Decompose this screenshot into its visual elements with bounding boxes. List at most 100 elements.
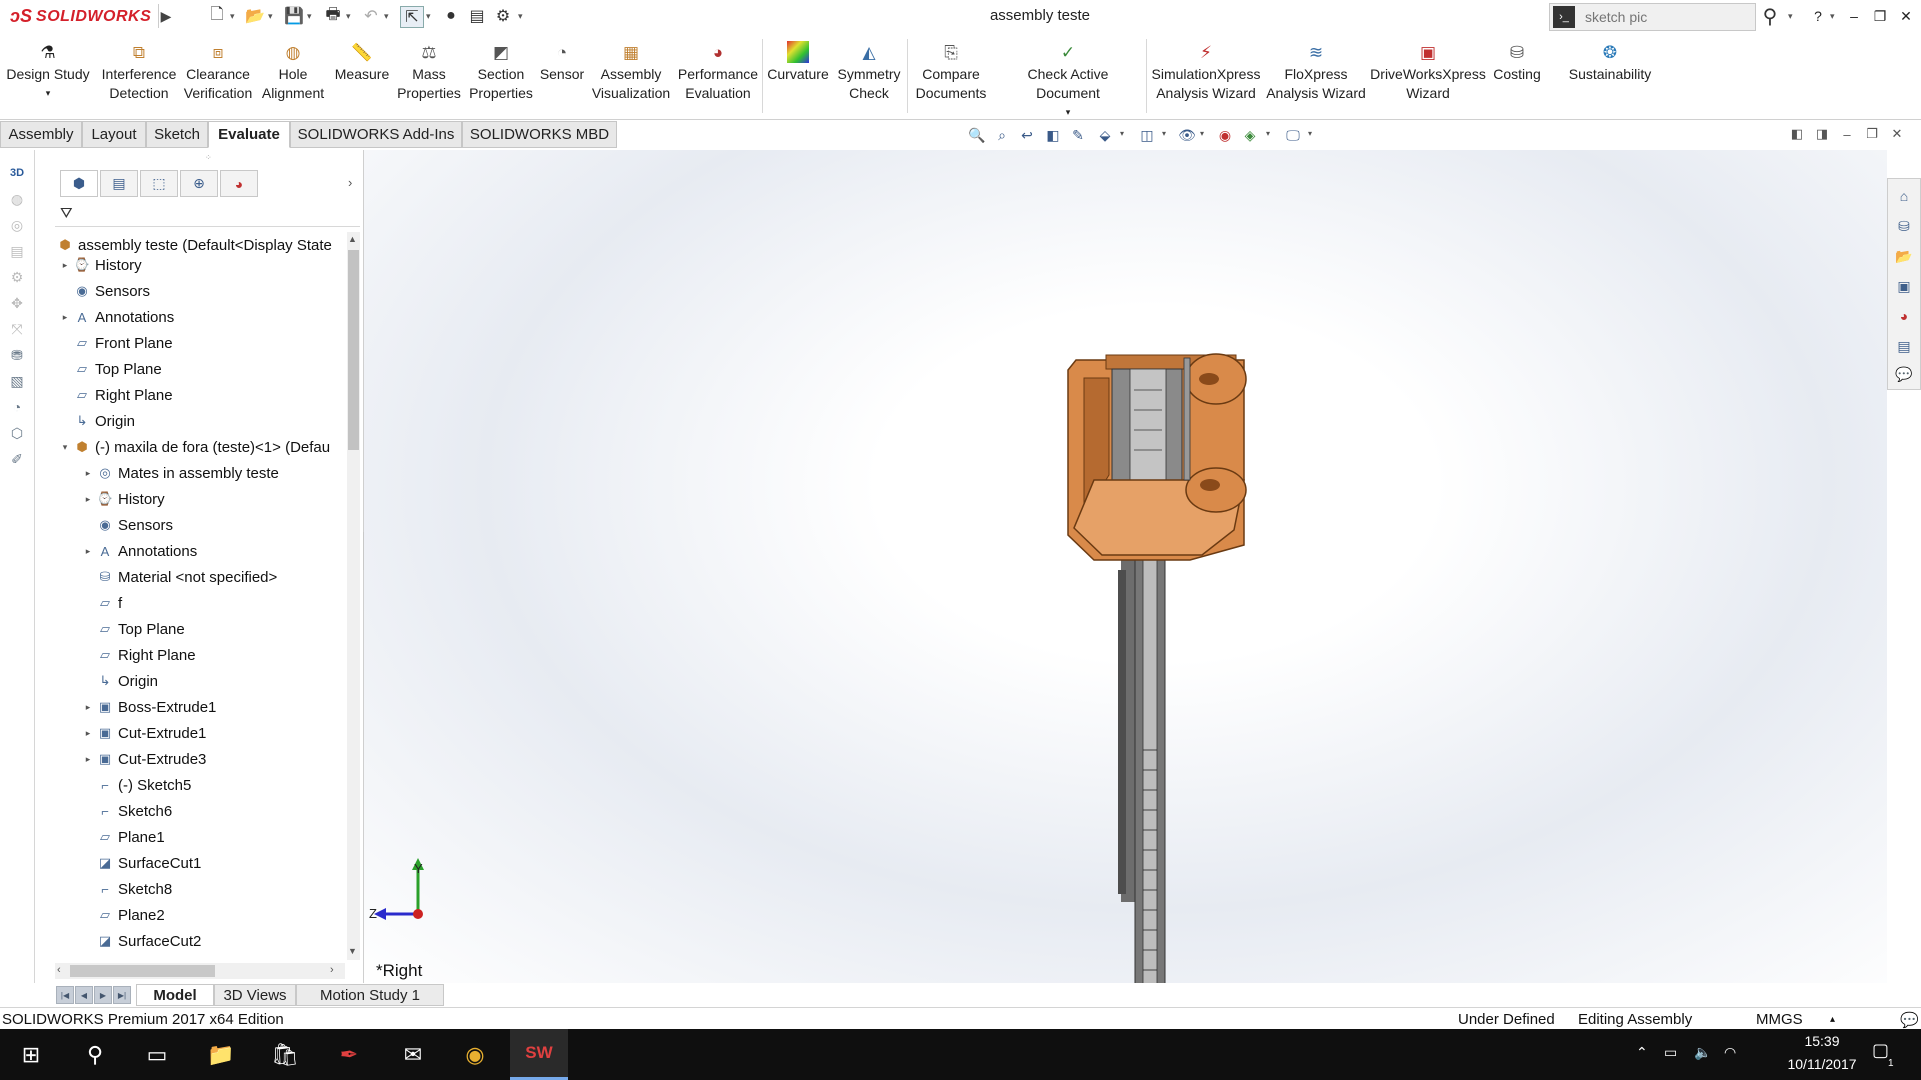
tree-item[interactable]: ◪ SurfaceCut1	[81, 851, 202, 875]
driveworksxpress-button[interactable]: ▣ DriveWorksXpress Wizard	[1370, 41, 1486, 103]
design-study-dropdown-icon[interactable]: ▾	[46, 84, 51, 103]
tabs-expand-icon[interactable]: ›	[348, 175, 352, 190]
tab-3d-views[interactable]: 3D Views	[214, 984, 296, 1006]
select-dropdown-icon[interactable]: ▾	[426, 8, 434, 24]
mate-icon[interactable]: ◎	[6, 214, 28, 236]
menu-expand-arrow-icon[interactable]: ▶	[158, 4, 173, 28]
store-icon[interactable]: 🛍	[256, 1029, 314, 1080]
tree-item[interactable]: ▱ Right Plane	[58, 383, 173, 407]
panel-grip-icon[interactable]: ⁘	[205, 153, 212, 162]
search-box[interactable]: ›_	[1549, 3, 1756, 31]
tree-item[interactable]: ↳ Origin	[81, 669, 158, 693]
apply-scene-icon[interactable]: ◈	[1240, 125, 1260, 145]
move-component-icon[interactable]: ✥	[6, 292, 28, 314]
task-view-icon[interactable]: ▭	[128, 1029, 186, 1080]
mail-icon[interactable]: ✉	[384, 1029, 442, 1080]
design-study-button[interactable]: ⚗ Design Study ▾	[6, 41, 90, 103]
tree-item[interactable]: ◪ SurfaceCut2	[81, 929, 202, 953]
check-active-document-button[interactable]: ✓ Check Active Document ▾	[994, 41, 1142, 122]
scroll-left-icon[interactable]: ‹	[57, 964, 61, 976]
tab-solidworks-mbd[interactable]: SOLIDWORKS MBD	[462, 121, 617, 148]
expand-arrow-icon[interactable]: ▸	[81, 754, 95, 765]
clearance-verification-button[interactable]: ⧈ Clearance Verification	[182, 41, 254, 103]
select-icon[interactable]: ⇱	[400, 6, 424, 28]
propertymanager-tab-icon[interactable]: ▤	[100, 170, 138, 197]
tab-solidworks-add-ins[interactable]: SOLIDWORKS Add-Ins	[290, 121, 462, 148]
display-style-dropdown-icon[interactable]: ▾	[1162, 129, 1166, 138]
measure-button[interactable]: 📏 Measure	[332, 41, 392, 84]
print-icon[interactable]: 🖶	[322, 6, 344, 26]
view-orientation-dropdown-icon[interactable]: ▾	[1120, 129, 1124, 138]
save-dropdown-icon[interactable]: ▾	[307, 8, 315, 24]
tab-sketch[interactable]: Sketch	[146, 121, 208, 148]
tab-evaluate[interactable]: Evaluate	[208, 121, 290, 148]
chrome-icon[interactable]: ◉	[446, 1029, 504, 1080]
sensor-button[interactable]: ◔ Sensor	[538, 41, 586, 84]
design-library-icon[interactable]: ⛁	[1893, 215, 1915, 237]
clock-time[interactable]: 15:39	[1782, 1033, 1862, 1049]
assembly-features-icon[interactable]: ⛃	[6, 344, 28, 366]
mass-properties-button[interactable]: ⚖ Mass Properties	[396, 41, 462, 103]
options-gear-icon[interactable]: ⚙	[492, 6, 514, 26]
doc-restore-icon[interactable]: ❐	[1862, 124, 1882, 144]
section-view-icon[interactable]: ◧	[1043, 125, 1063, 145]
tree-item[interactable]: ⌐ Sketch6	[81, 799, 172, 823]
display-style-icon[interactable]: ◫	[1137, 125, 1157, 145]
solidworks-resources-icon[interactable]: ⌂	[1893, 185, 1915, 207]
search-taskbar-icon[interactable]: ⚲	[66, 1029, 124, 1080]
appearances-icon[interactable]: ◕	[1893, 305, 1915, 327]
first-tab-icon[interactable]: |◀	[56, 986, 74, 1004]
dimxpert-tab-icon[interactable]: ⊕	[180, 170, 218, 197]
tree-item[interactable]: ◉ Sensors	[81, 513, 173, 537]
tree-item[interactable]: ▸ ◎ Mates in assembly teste	[81, 461, 279, 485]
expand-arrow-icon[interactable]: ▸	[58, 260, 72, 271]
previous-view-icon[interactable]: ↩	[1017, 125, 1037, 145]
doc-close-icon[interactable]: ✕	[1887, 124, 1907, 144]
file-explorer-icon[interactable]: 📂	[1893, 245, 1915, 267]
undo-dropdown-icon[interactable]: ▾	[384, 8, 392, 24]
3d-view-icon[interactable]: 3D	[6, 162, 28, 184]
expand-arrow-icon[interactable]: ▸	[81, 546, 95, 557]
tree-item[interactable]: ▱ f	[81, 591, 122, 615]
search-input[interactable]	[1583, 8, 1747, 26]
doc-minimize-icon[interactable]: –	[1837, 124, 1857, 144]
floxpress-button[interactable]: ≋ FloXpress Analysis Wizard	[1266, 41, 1366, 103]
tree-item[interactable]: ⌐ (-) Sketch5	[81, 773, 191, 797]
hole-alignment-button[interactable]: ◍ Hole Alignment	[258, 41, 328, 103]
explode-icon[interactable]: ⤧	[6, 318, 28, 340]
section-properties-button[interactable]: ◩ Section Properties	[466, 41, 536, 103]
hide-show-dropdown-icon[interactable]: ▾	[1200, 129, 1204, 138]
graphics-area[interactable]	[364, 150, 1887, 1024]
expand-arrow-icon[interactable]: ▸	[81, 468, 95, 479]
expand-arrow-icon[interactable]: ▸	[81, 728, 95, 739]
volume-icon[interactable]: 🔈	[1694, 1044, 1711, 1061]
solidworks-logo[interactable]: ᴐS SOLIDWORKS	[10, 4, 154, 29]
tree-item[interactable]: ⌐ Sketch8	[81, 877, 172, 901]
file-properties-icon[interactable]: ▤	[466, 6, 488, 26]
tree-item[interactable]: ↳ Origin	[58, 409, 135, 433]
search-icon[interactable]: ⚲	[1756, 3, 1784, 29]
rebuild-icon[interactable]: ●	[440, 6, 462, 26]
last-tab-icon[interactable]: ▶|	[113, 986, 131, 1004]
sustainability-button[interactable]: ❂ Sustainability	[1562, 41, 1658, 84]
tree-hscroll-thumb[interactable]	[70, 965, 215, 977]
close-button[interactable]: ✕	[1894, 4, 1918, 28]
tree-item[interactable]: ▾ ⬢ (-) maxila de fora (teste)<1> (Defau	[58, 435, 330, 459]
reference-geometry-icon[interactable]: ▧	[6, 370, 28, 392]
help-dropdown-icon[interactable]: ▾	[1830, 8, 1838, 24]
custom-properties-icon[interactable]: ▤	[1893, 335, 1915, 357]
forum-icon[interactable]: 💬	[1893, 363, 1915, 385]
bill-of-materials-icon[interactable]: ⬡	[6, 422, 28, 444]
zoom-to-fit-icon[interactable]: 🔍	[967, 125, 987, 145]
command-search-icon[interactable]: ›_	[1553, 6, 1575, 28]
tree-filter[interactable]: ⛛	[55, 200, 360, 227]
view-settings-dropdown-icon[interactable]: ▾	[1308, 129, 1312, 138]
save-icon[interactable]: 💾	[283, 6, 305, 26]
restore-button[interactable]: ❐	[1868, 4, 1892, 28]
help-button[interactable]: ?	[1806, 4, 1830, 28]
compare-documents-button[interactable]: ⎘ Compare Documents	[911, 41, 991, 103]
filter-icon[interactable]: ⛛	[60, 205, 73, 222]
tile-left-icon[interactable]: ◧	[1787, 124, 1807, 144]
tab-model[interactable]: Model	[136, 984, 214, 1006]
prev-tab-icon[interactable]: ◀	[75, 986, 93, 1004]
